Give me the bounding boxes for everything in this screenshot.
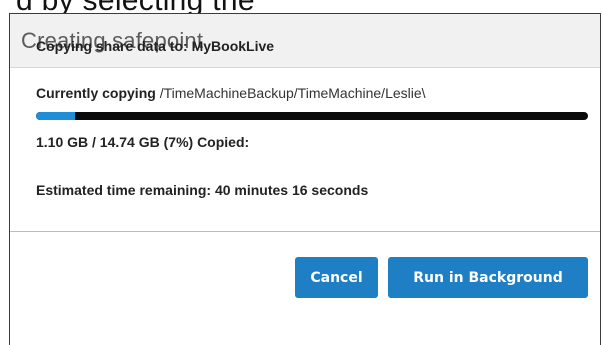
copy-destination-line: Copying share data to: MyBookLive — [36, 38, 274, 54]
copy-progress-bar — [36, 112, 588, 120]
page: d by selecting the Creating safepoint Co… — [0, 0, 603, 345]
run-in-background-button[interactable]: Run in Background — [388, 257, 588, 298]
estimated-time-label: Estimated time remaining: — [36, 182, 212, 198]
estimated-time-line: Estimated time remaining: 40 minutes 16 … — [36, 182, 368, 198]
footer-divider — [10, 231, 600, 232]
copy-destination-label: Copying share data to: — [36, 38, 188, 54]
copy-destination-value: MyBookLive — [191, 38, 275, 54]
safepoint-dialog: Creating safepoint Copying share data to… — [9, 13, 601, 345]
estimated-time-value: 40 minutes 16 seconds — [214, 182, 369, 198]
currently-copying-path: /TimeMachineBackup/TimeMachine/Leslie\ — [159, 85, 426, 101]
cancel-button[interactable]: Cancel — [295, 257, 378, 298]
copied-amount: 1.10 GB / 14.74 GB (7%) Copied: — [36, 134, 250, 150]
currently-copying-line: Currently copying /TimeMachineBackup/Tim… — [36, 85, 426, 101]
currently-copying-label: Currently copying — [36, 85, 156, 101]
copy-progress-fill — [36, 112, 75, 120]
